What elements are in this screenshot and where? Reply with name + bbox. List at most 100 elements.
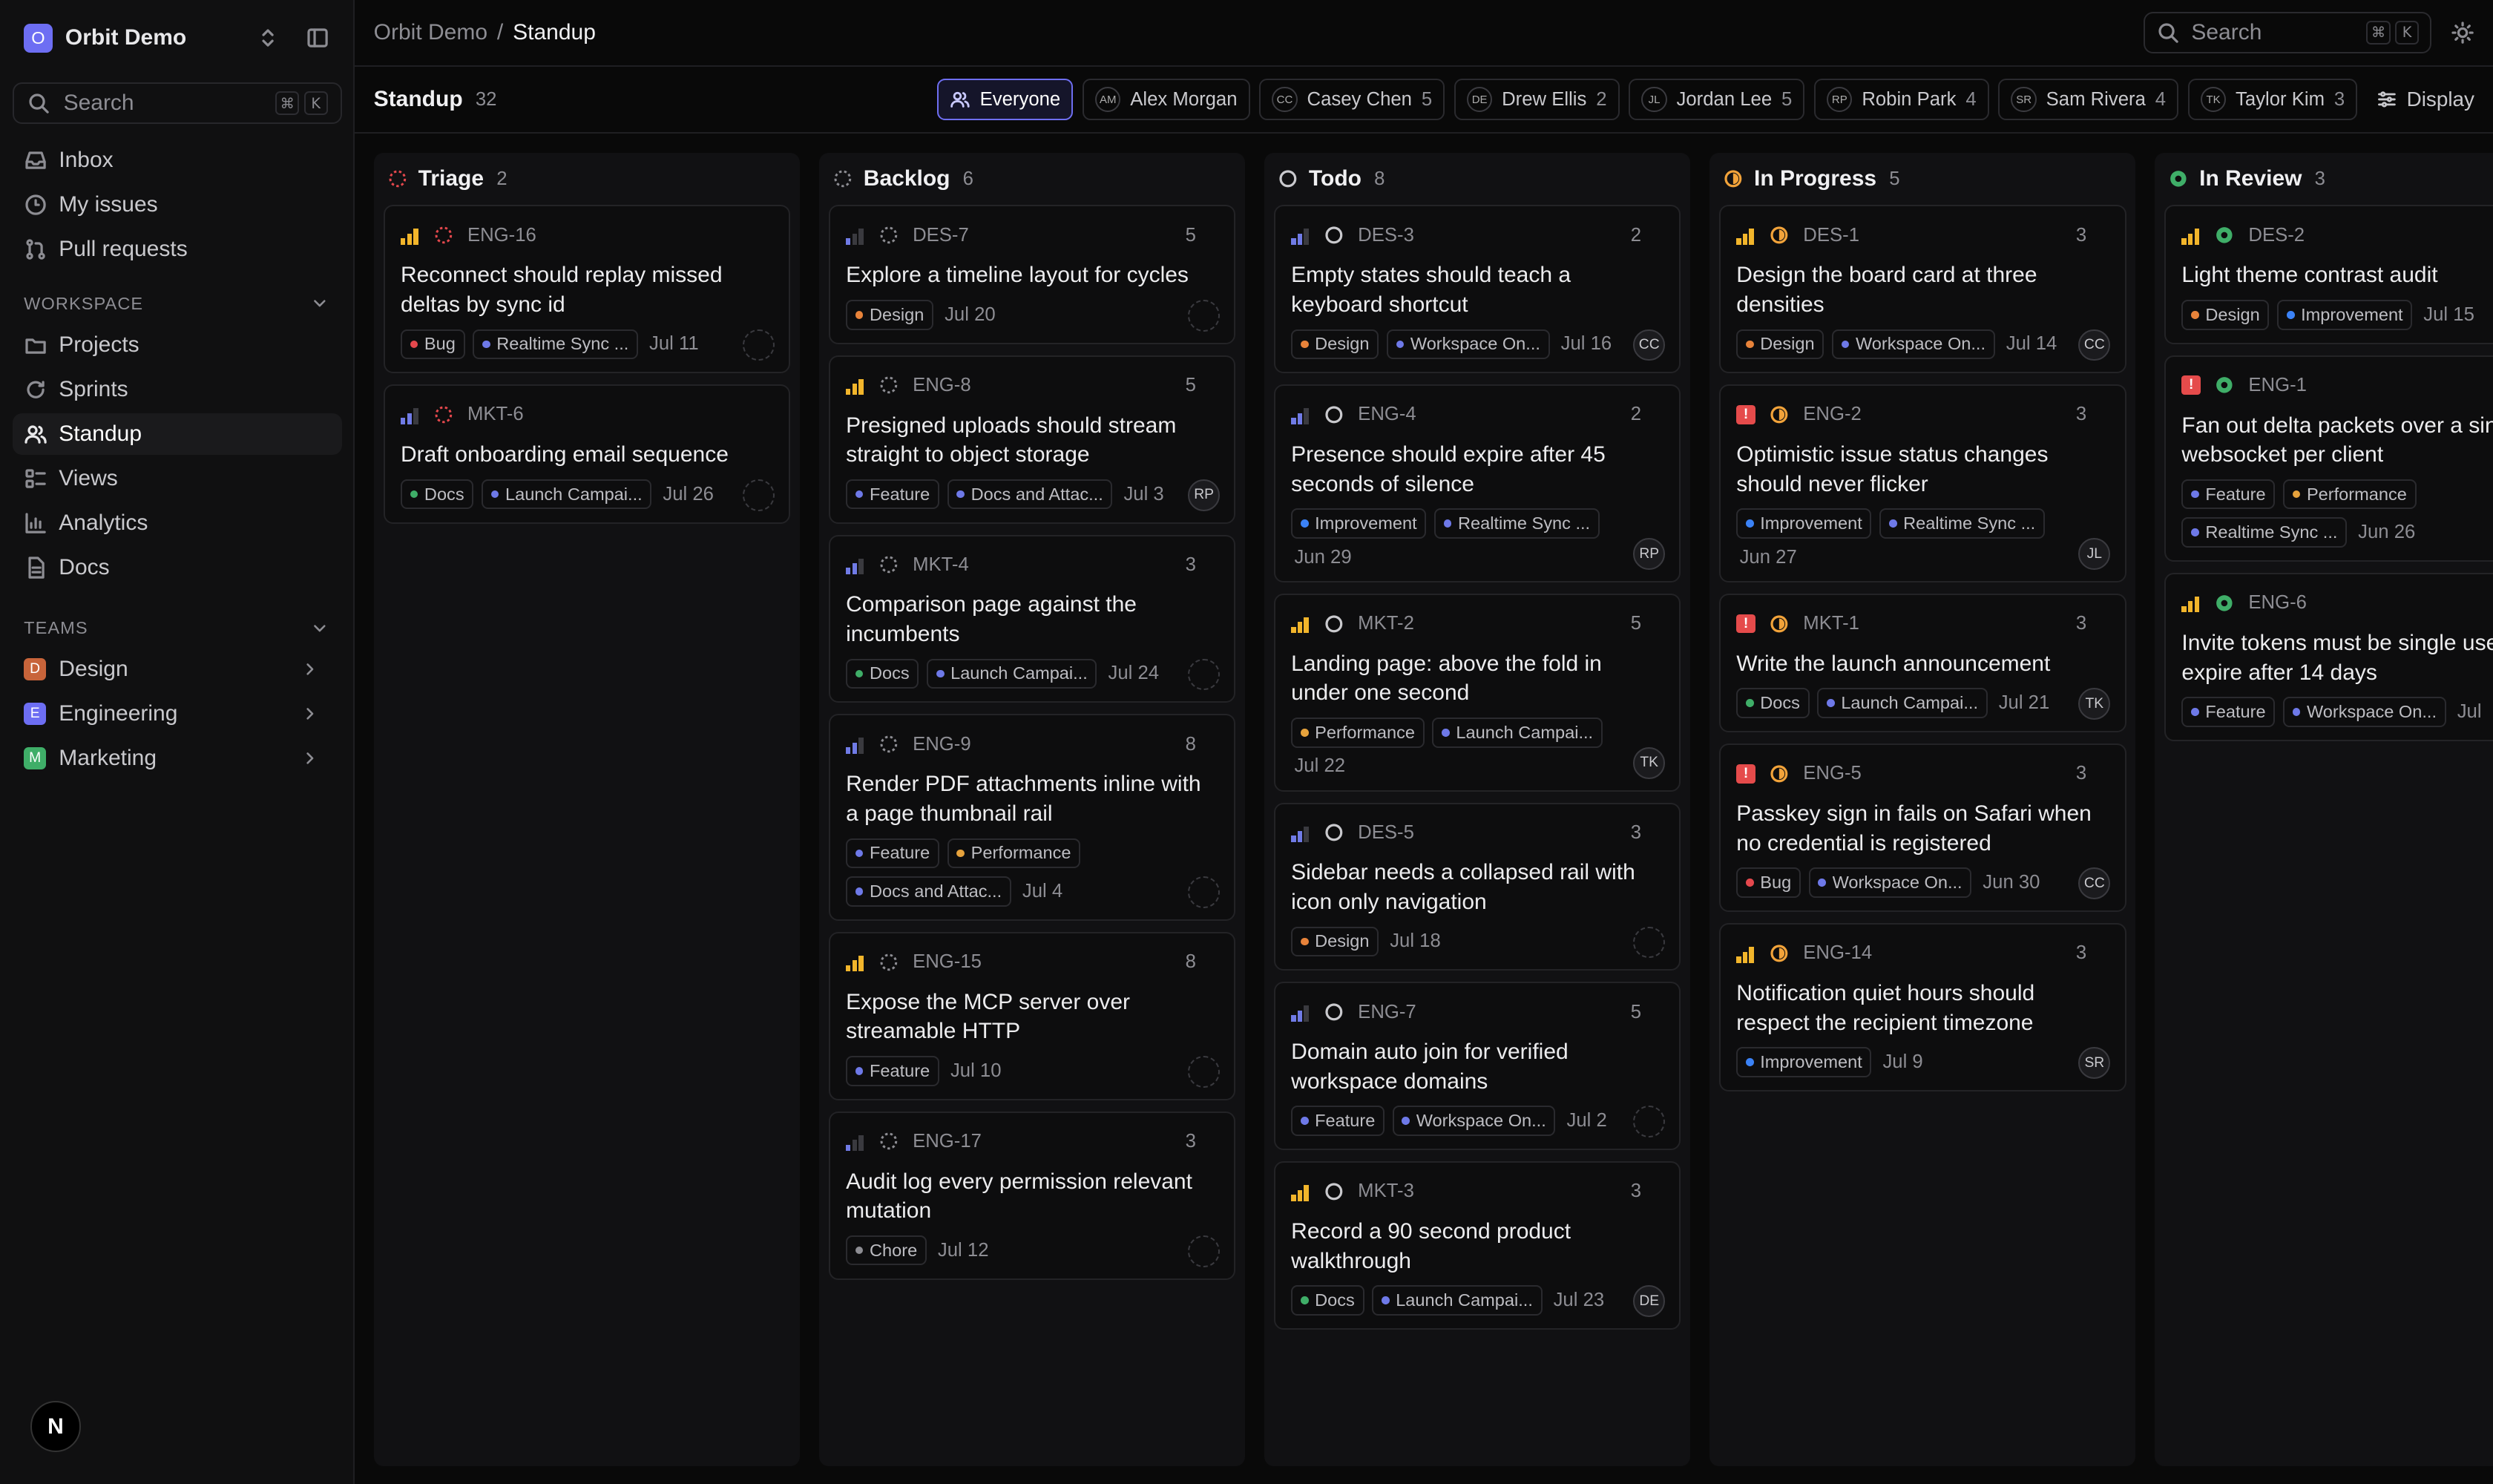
column-header[interactable]: In Review 3 — [2164, 153, 2493, 206]
label-tag[interactable]: Docs — [400, 479, 474, 510]
filter-jordan-lee[interactable]: JL Jordan Lee 5 — [1629, 79, 1805, 120]
label-tag[interactable]: Docs — [846, 658, 919, 689]
filter-robin-park[interactable]: RP Robin Park 4 — [1814, 79, 1989, 120]
user-avatar[interactable]: N — [30, 1401, 82, 1452]
todo-status-icon[interactable] — [1324, 614, 1358, 634]
label-tag[interactable]: Workspace On... — [1392, 1106, 1556, 1137]
triage-status-icon[interactable] — [434, 405, 467, 424]
issue-card[interactable]: ! MKT-1 3 Write the launch announcement Docs… — [1718, 593, 2126, 733]
workspace-switcher[interactable]: O Orbit Demo — [0, 0, 353, 76]
label-tag[interactable]: Workspace On... — [1386, 329, 1550, 360]
sidebar-search[interactable]: Search ⌘ K — [13, 82, 342, 125]
label-tag[interactable]: Design — [2181, 299, 2270, 330]
label-tag[interactable]: Bug — [1736, 867, 1801, 898]
sidebar-item-team-design[interactable]: D Design — [13, 649, 342, 690]
label-tag[interactable]: Realtime Sync ... — [1879, 508, 2045, 539]
sidebar-item-team-marketing[interactable]: M Marketing — [13, 738, 342, 779]
label-tag[interactable]: Workspace On... — [2282, 697, 2446, 727]
assignee-avatar[interactable] — [1188, 1055, 1221, 1088]
label-tag[interactable]: Feature — [846, 838, 939, 869]
todo-status-icon[interactable] — [1324, 1002, 1358, 1022]
label-tag[interactable]: Feature — [846, 1055, 939, 1086]
assignee-avatar[interactable]: RP — [1633, 538, 1666, 570]
issue-card[interactable]: ENG-15 8 Expose the MCP server over stream… — [828, 931, 1236, 1100]
sidebar-item-standup[interactable]: Standup — [13, 413, 342, 455]
column-header[interactable]: Todo 8 — [1274, 153, 1681, 206]
label-tag[interactable]: Launch Campai... — [1817, 688, 1988, 719]
sidebar-item-views[interactable]: Views — [13, 458, 342, 499]
label-tag[interactable]: Improvement — [1736, 508, 1872, 539]
backlog-status-icon[interactable] — [879, 375, 913, 395]
backlog-status-icon[interactable] — [879, 226, 913, 245]
label-tag[interactable]: Design — [1291, 926, 1379, 957]
top-search[interactable]: Search ⌘ K — [2144, 12, 2432, 53]
filter-casey-chen[interactable]: CC Casey Chen 5 — [1259, 79, 1445, 120]
theme-toggle-icon[interactable] — [2451, 21, 2474, 45]
label-tag[interactable]: Realtime Sync ... — [473, 329, 639, 360]
sidebar-item-inbox[interactable]: Inbox — [13, 140, 342, 182]
filter-drew-ellis[interactable]: DE Drew Ellis 2 — [1454, 79, 1620, 120]
display-button[interactable]: Display — [2377, 88, 2474, 111]
sidebar-item-pull-requests[interactable]: Pull requests — [13, 229, 342, 271]
label-tag[interactable]: Feature — [846, 479, 939, 510]
chevron-updown-icon[interactable] — [256, 26, 280, 50]
label-tag[interactable]: Docs — [1736, 688, 1810, 719]
label-tag[interactable]: Feature — [2181, 479, 2276, 510]
label-tag[interactable]: Performance — [2282, 479, 2417, 510]
in-review-status-icon[interactable] — [2215, 375, 2248, 395]
issue-card[interactable]: MKT-3 3 Record a 90 second product walkthr… — [1273, 1161, 1681, 1330]
triage-status-icon[interactable] — [434, 226, 467, 245]
issue-card[interactable]: MKT-4 3 Comparison page against the incumb… — [828, 534, 1236, 703]
issue-card[interactable]: ENG-17 3 Audit log every permission releva… — [828, 1111, 1236, 1280]
in-progress-status-icon[interactable] — [1770, 944, 1803, 963]
in-progress-status-icon[interactable] — [1770, 226, 1803, 245]
workspace-section-header[interactable]: WORKSPACE — [0, 289, 353, 318]
assignee-avatar[interactable] — [1188, 658, 1221, 691]
label-tag[interactable]: Docs and Attac... — [846, 876, 1011, 907]
label-tag[interactable]: Launch Campai... — [1432, 717, 1603, 748]
assignee-avatar[interactable]: JL — [2078, 538, 2111, 570]
backlog-status-icon[interactable] — [879, 555, 913, 574]
filter-sam-rivera[interactable]: SR Sam Rivera 4 — [1998, 79, 2179, 120]
assignee-avatar[interactable]: SR — [2078, 1047, 2111, 1079]
label-tag[interactable]: Realtime Sync ... — [1434, 508, 1600, 539]
issue-card[interactable]: ENG-14 3 Notification quiet hours should r… — [1718, 923, 2126, 1091]
label-tag[interactable]: Launch Campai... — [927, 658, 1097, 689]
sidebar-item-team-engineering[interactable]: E Engineering — [13, 693, 342, 735]
backlog-status-icon[interactable] — [879, 1132, 913, 1151]
issue-card[interactable]: DES-5 3 Sidebar needs a collapsed rail wit… — [1273, 802, 1681, 971]
sidebar-item-docs[interactable]: Docs — [13, 547, 342, 588]
filter-everyone[interactable]: Everyone — [936, 79, 1074, 120]
issue-card[interactable]: ENG-8 5 Presigned uploads should stream st… — [828, 355, 1236, 524]
label-tag[interactable]: Design — [846, 299, 934, 330]
assignee-avatar[interactable] — [743, 329, 775, 361]
column-header[interactable]: In Progress 5 — [1719, 153, 2126, 206]
label-tag[interactable]: Improvement — [1291, 508, 1427, 539]
label-tag[interactable]: Improvement — [1736, 1047, 1872, 1077]
sidebar-toggle-icon[interactable] — [306, 26, 329, 50]
issue-card[interactable]: ENG-4 2 Presence should expire after 45 se… — [1273, 384, 1681, 582]
label-tag[interactable]: Performance — [947, 838, 1081, 869]
issue-card[interactable]: MKT-2 5 Landing page: above the fold in un… — [1273, 593, 1681, 792]
assignee-avatar[interactable]: RP — [1188, 479, 1221, 511]
issue-card[interactable]: ENG-7 5 Domain auto join for verified work… — [1273, 982, 1681, 1151]
sidebar-item-sprints[interactable]: Sprints — [13, 369, 342, 410]
issue-card[interactable]: MKT-6 Draft onboarding email sequence Docs… — [383, 384, 791, 524]
label-tag[interactable]: Feature — [2181, 697, 2276, 727]
in-progress-status-icon[interactable] — [1770, 764, 1803, 784]
issue-card[interactable]: ENG-6 Invite tokens must be single use an… — [2164, 573, 2493, 741]
label-tag[interactable]: Docs and Attac... — [947, 479, 1113, 510]
issue-card[interactable]: DES-3 2 Empty states should teach a keyboa… — [1273, 205, 1681, 374]
in-review-status-icon[interactable] — [2215, 226, 2248, 245]
label-tag[interactable]: Workspace On... — [1832, 329, 1995, 360]
in-review-status-icon[interactable] — [2215, 594, 2248, 613]
backlog-status-icon[interactable] — [879, 735, 913, 754]
todo-status-icon[interactable] — [1324, 405, 1358, 424]
issue-card[interactable]: ! ENG-2 3 Optimistic issue status changes s… — [1718, 384, 2126, 582]
filter-alex-morgan[interactable]: AM Alex Morgan — [1083, 79, 1250, 120]
todo-status-icon[interactable] — [1324, 823, 1358, 842]
backlog-status-icon[interactable] — [879, 953, 913, 972]
sidebar-item-analytics[interactable]: Analytics — [13, 502, 342, 544]
label-tag[interactable]: Bug — [400, 329, 465, 360]
issue-card[interactable]: ENG-16 Reconnect should replay missed del… — [383, 205, 791, 374]
